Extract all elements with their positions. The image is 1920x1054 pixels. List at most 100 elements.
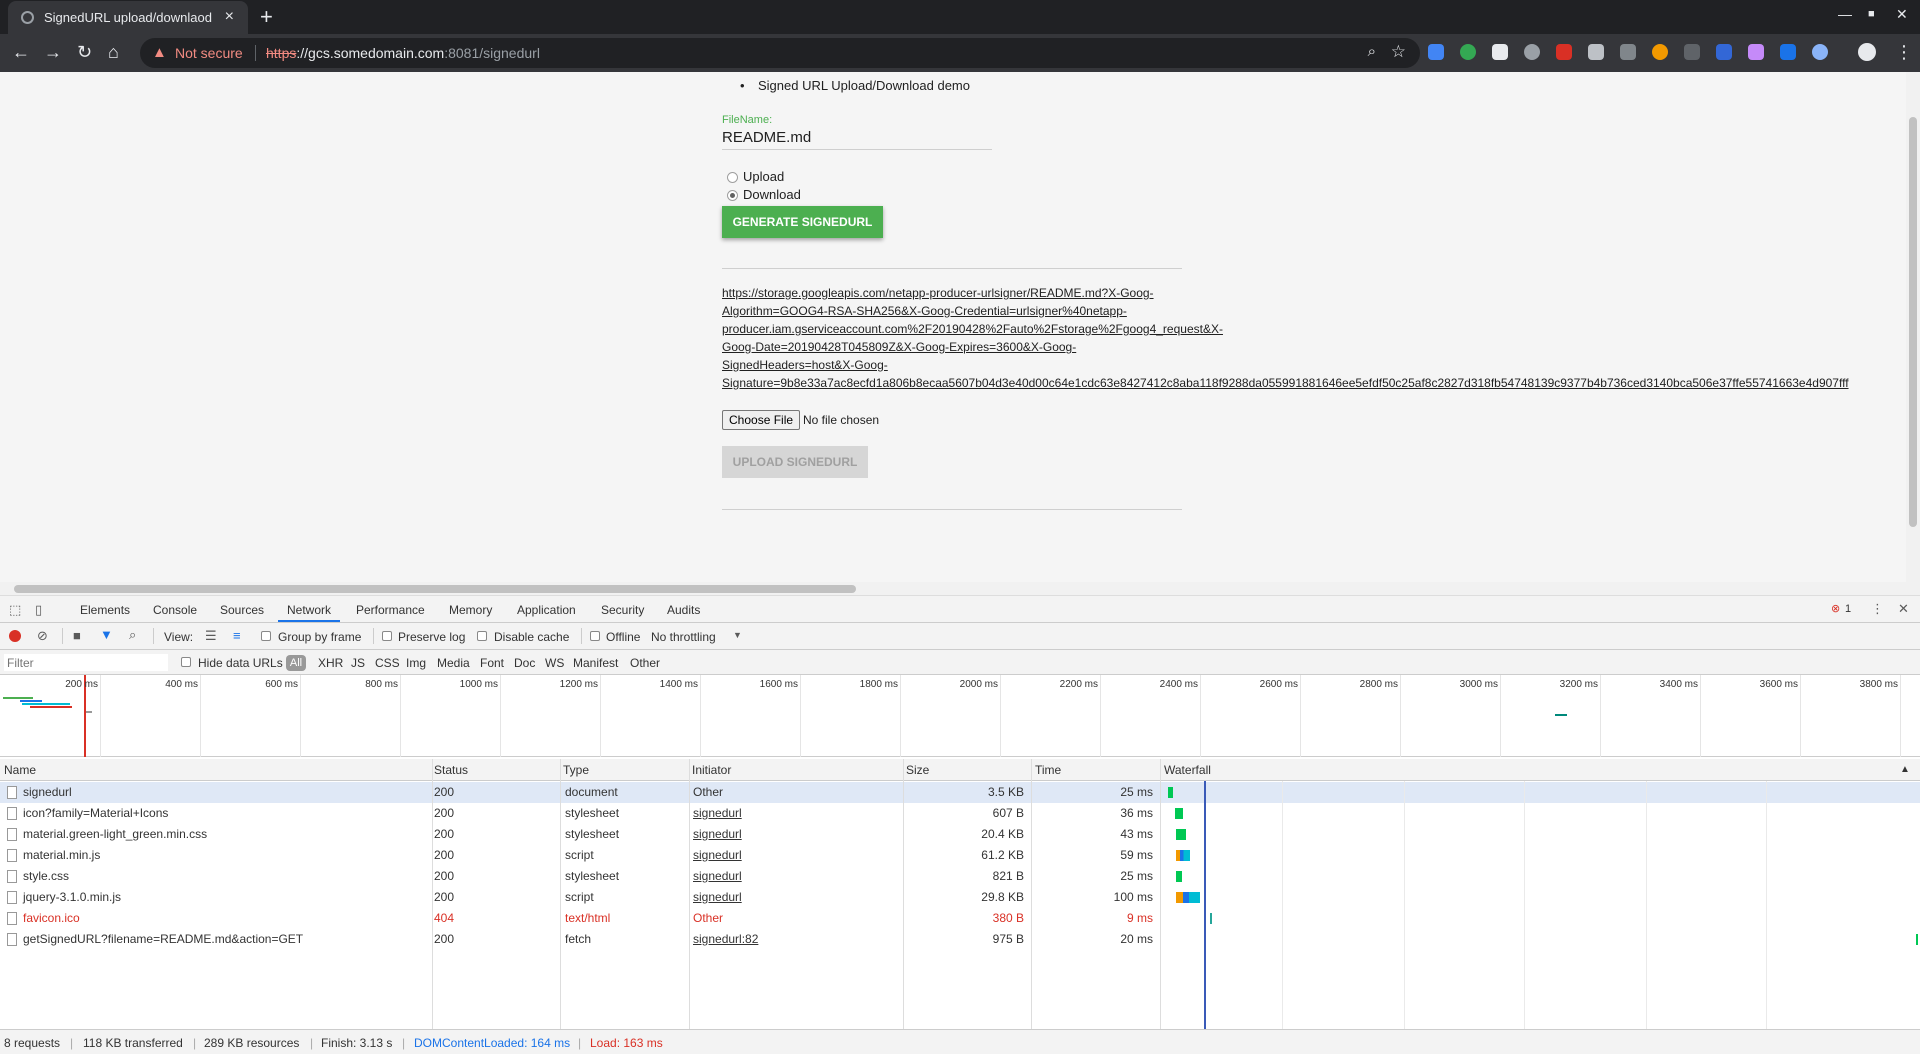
devtools-tab-console[interactable]: Console (153, 603, 197, 617)
devtools-menu-icon[interactable]: ⋮ (1871, 601, 1884, 617)
filename-input[interactable]: README.md (722, 129, 811, 146)
column-initiator[interactable]: Initiator (692, 763, 731, 777)
filter-type-manifest[interactable]: Manifest (573, 656, 618, 670)
filter-type-media[interactable]: Media (437, 656, 470, 670)
bookmark-star-icon[interactable]: ☆ (1391, 42, 1406, 62)
table-row[interactable]: jquery-3.1.0.min.js 200 script signedurl 29.… (0, 887, 1920, 908)
filter-type-js[interactable]: JS (351, 656, 365, 670)
extension-icon[interactable] (1748, 44, 1764, 60)
url-text[interactable]: https://gcs.somedomain.com:8081/signedur… (266, 45, 540, 61)
offline-checkbox[interactable] (590, 631, 600, 641)
error-count[interactable]: 1 (1845, 603, 1851, 615)
browser-menu-icon[interactable]: ⋮ (1895, 42, 1913, 63)
download-radio[interactable] (727, 190, 738, 201)
request-initiator[interactable]: signedurl (693, 848, 742, 862)
filter-type-ws[interactable]: WS (545, 656, 564, 670)
extension-icon[interactable] (1460, 44, 1476, 60)
network-overview[interactable]: 200 ms 400 ms 600 ms 800 ms 1000 ms 1200 ms 14… (0, 675, 1920, 757)
column-size[interactable]: Size (906, 763, 929, 777)
extension-icon[interactable] (1716, 44, 1732, 60)
extension-icon[interactable] (1556, 44, 1572, 60)
devtools-tab-security[interactable]: Security (601, 603, 644, 617)
upload-radio-label[interactable]: Upload (743, 169, 784, 184)
clear-icon[interactable]: ⊘ (37, 628, 48, 644)
hide-data-urls-label[interactable]: Hide data URLs (198, 656, 283, 670)
extension-icon[interactable] (1684, 44, 1700, 60)
request-initiator[interactable]: signedurl:82 (693, 932, 758, 946)
home-icon[interactable]: ⌂ (108, 42, 119, 62)
table-row[interactable]: signedurl 200 document Other 3.5 KB 25 ms (0, 782, 1920, 803)
devtools-tab-performance[interactable]: Performance (356, 603, 425, 617)
table-row[interactable]: favicon.ico 404 text/html Other 380 B 9 ms (0, 908, 1920, 929)
extension-icon[interactable] (1780, 44, 1796, 60)
profile-avatar[interactable] (1858, 43, 1876, 61)
record-icon[interactable] (9, 630, 21, 642)
search-icon[interactable]: ⌕ (129, 627, 136, 643)
device-toggle-icon[interactable]: ▯ (35, 602, 42, 618)
filter-type-doc[interactable]: Doc (514, 656, 535, 670)
extension-icon[interactable] (1524, 44, 1540, 60)
browser-tab[interactable]: SignedURL upload/downlaod × (8, 1, 248, 34)
signed-url-link[interactable]: https://storage.googleapis.com/netapp-pr… (722, 284, 1912, 392)
request-initiator[interactable]: signedurl (693, 869, 742, 883)
chevron-down-icon[interactable]: ▼ (733, 630, 742, 640)
table-row[interactable]: material.min.js 200 script signedurl 61.2 KB… (0, 845, 1920, 866)
table-row[interactable]: style.css 200 stylesheet signedurl 821 B 25 m… (0, 866, 1920, 887)
filter-funnel-icon[interactable]: ▼ (100, 627, 113, 642)
devtools-tab-sources[interactable]: Sources (220, 603, 264, 617)
preserve-log-checkbox[interactable] (382, 631, 392, 641)
filter-type-all[interactable]: All (286, 655, 306, 671)
disable-cache-label[interactable]: Disable cache (494, 630, 569, 644)
request-initiator[interactable]: signedurl (693, 806, 742, 820)
sort-up-icon[interactable]: ▲ (1900, 764, 1910, 775)
devtools-tab-memory[interactable]: Memory (449, 603, 492, 617)
choose-file-button[interactable]: Choose File (722, 410, 801, 430)
devtools-close-icon[interactable]: ✕ (1898, 601, 1909, 617)
forward-arrow-icon[interactable]: → (44, 42, 62, 62)
error-circle-icon[interactable]: ⊗ (1831, 602, 1840, 615)
window-close-icon[interactable]: ✕ (1896, 6, 1908, 23)
waterfall-view-icon[interactable]: ≡ (233, 628, 241, 643)
table-row[interactable]: getSignedURL?filename=README.md&action=G… (0, 929, 1920, 950)
scrollbar-thumb[interactable] (1909, 117, 1917, 527)
page-horizontal-scrollbar[interactable] (0, 582, 1920, 596)
column-waterfall[interactable]: Waterfall (1164, 763, 1211, 777)
table-row[interactable]: icon?family=Material+Icons 200 stylesheet s… (0, 803, 1920, 824)
extension-icon[interactable] (1492, 44, 1508, 60)
not-secure-label[interactable]: Not secure (175, 45, 243, 61)
request-initiator[interactable]: signedurl (693, 890, 742, 904)
filter-type-xhr[interactable]: XHR (318, 656, 343, 670)
table-row[interactable]: material.green-light_green.min.css 200 sty… (0, 824, 1920, 845)
screenshot-camera-icon[interactable]: ■ (73, 628, 81, 643)
disable-cache-checkbox[interactable] (477, 631, 487, 641)
filter-type-other[interactable]: Other (630, 656, 660, 670)
tab-close-icon[interactable]: × (225, 8, 234, 26)
upload-radio[interactable] (727, 172, 738, 183)
reload-icon[interactable]: ↻ (77, 42, 92, 62)
devtools-tab-application[interactable]: Application (517, 603, 576, 617)
devtools-tab-audits[interactable]: Audits (667, 603, 700, 617)
preserve-log-label[interactable]: Preserve log (398, 630, 465, 644)
request-initiator[interactable]: signedurl (693, 827, 742, 841)
scrollbar-thumb[interactable] (14, 585, 856, 593)
filter-input[interactable] (4, 654, 168, 671)
upload-signedurl-button[interactable]: UPLOAD SIGNEDURL (722, 446, 868, 478)
filter-type-font[interactable]: Font (480, 656, 504, 670)
address-bar[interactable]: ▲ Not secure https://gcs.somedomain.com:… (140, 38, 1420, 68)
list-view-icon[interactable]: ☰ (205, 628, 217, 644)
column-time[interactable]: Time (1035, 763, 1061, 777)
group-by-frame-checkbox[interactable] (261, 631, 271, 641)
minimize-icon[interactable]: — (1838, 6, 1852, 22)
maximize-icon[interactable]: ■ (1868, 8, 1875, 20)
offline-label[interactable]: Offline (606, 630, 640, 644)
throttling-select[interactable]: No throttling (651, 630, 716, 644)
extension-icon[interactable] (1428, 44, 1444, 60)
inspect-element-icon[interactable]: ⬚ (9, 602, 21, 618)
generate-signedurl-button[interactable]: GENERATE SIGNEDURL (722, 206, 883, 238)
column-type[interactable]: Type (563, 763, 589, 777)
zoom-magnifier-icon[interactable]: ⌕ (1368, 43, 1376, 60)
filter-type-img[interactable]: Img (406, 656, 426, 670)
extension-icon[interactable] (1620, 44, 1636, 60)
filter-type-css[interactable]: CSS (375, 656, 400, 670)
back-arrow-icon[interactable]: ← (12, 42, 30, 62)
